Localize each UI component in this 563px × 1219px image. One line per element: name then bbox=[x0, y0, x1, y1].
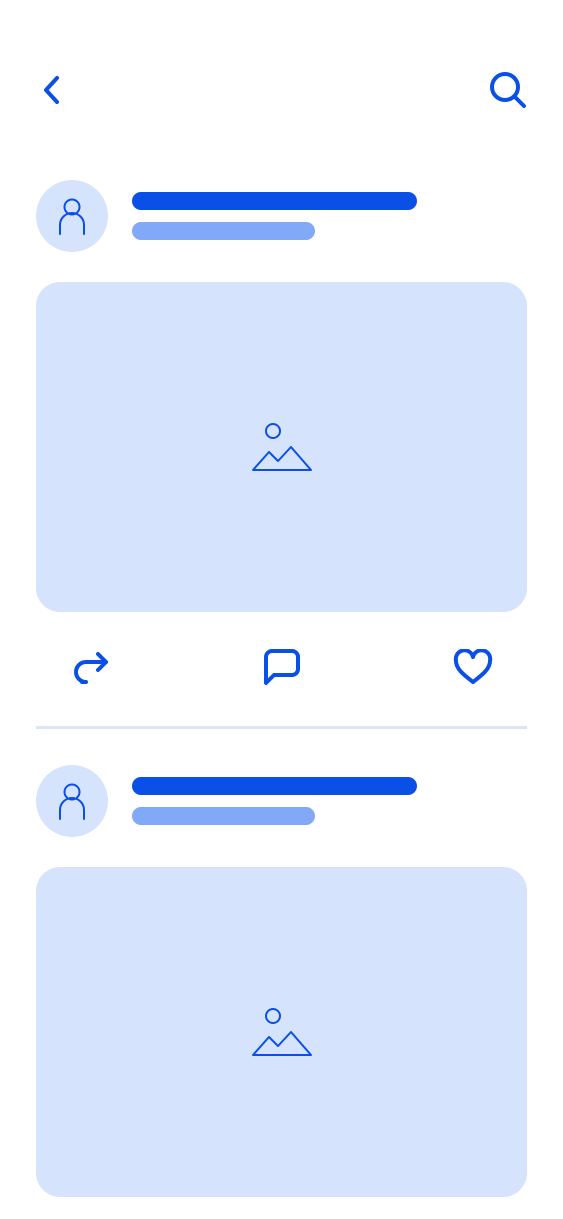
post-meta-placeholder bbox=[132, 807, 315, 825]
search-button[interactable] bbox=[484, 66, 532, 114]
user-icon bbox=[59, 783, 85, 820]
post-image-placeholder[interactable] bbox=[36, 282, 527, 612]
avatar[interactable] bbox=[36, 765, 108, 837]
heart-icon bbox=[453, 649, 493, 684]
author-name-placeholder bbox=[132, 192, 417, 210]
search-icon bbox=[490, 72, 526, 108]
post-divider bbox=[36, 726, 527, 729]
post-image-placeholder[interactable] bbox=[36, 867, 527, 1197]
back-button[interactable] bbox=[32, 68, 72, 112]
share-button[interactable] bbox=[63, 640, 117, 694]
user-icon bbox=[59, 198, 85, 235]
author-name-placeholder bbox=[132, 777, 417, 795]
top-bar bbox=[0, 0, 563, 180]
post-meta-placeholder bbox=[132, 222, 315, 240]
avatar[interactable] bbox=[36, 180, 108, 252]
comment-button[interactable] bbox=[255, 640, 309, 694]
like-button[interactable] bbox=[446, 640, 500, 694]
post-actions bbox=[36, 640, 527, 694]
share-icon bbox=[74, 652, 108, 684]
image-icon bbox=[251, 1008, 312, 1056]
chevron-left-icon bbox=[44, 76, 59, 104]
comment-icon bbox=[264, 649, 300, 685]
image-icon bbox=[251, 423, 312, 471]
